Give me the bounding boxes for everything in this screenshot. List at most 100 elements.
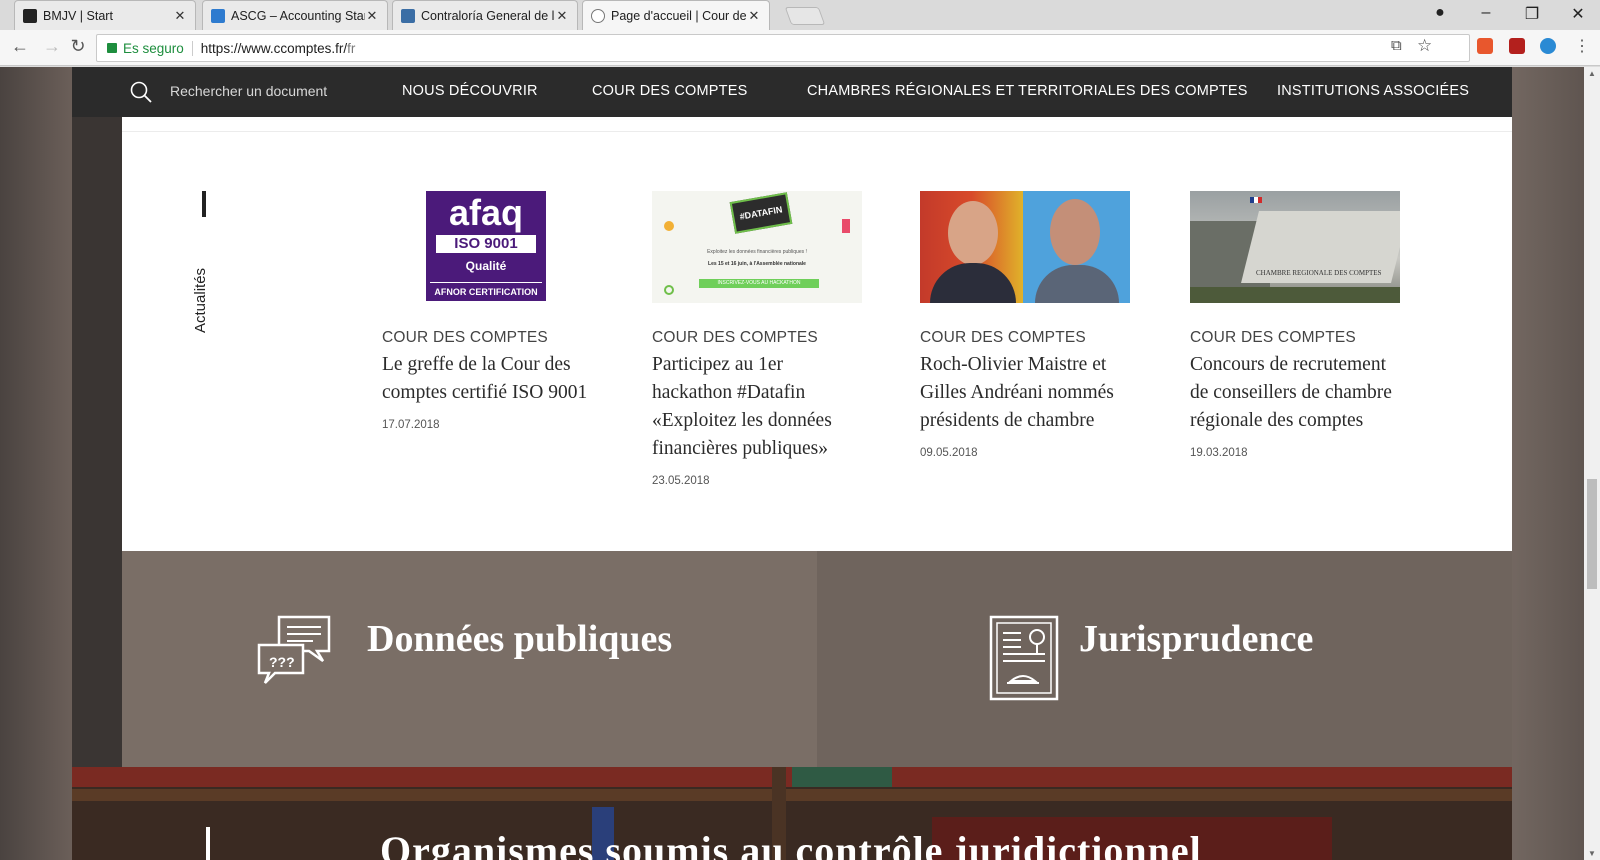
site-navbar: Rechercher un document NOUS DÉCOUVRIR CO…	[72, 67, 1512, 117]
address-bar[interactable]: Es seguro https://www.ccomptes.fr/fr ⧉ ☆	[96, 34, 1470, 62]
news-date: 17.07.2018	[382, 419, 440, 431]
hedge	[1190, 287, 1400, 303]
afnor-text: AFNOR CERTIFICATION	[430, 282, 542, 297]
chambre-regionale-photo: CHAMBRE REGIONALE DES COMPTES	[1190, 191, 1400, 303]
bmjv-favicon-icon	[23, 8, 37, 23]
contraloria-favicon-icon	[401, 8, 415, 23]
tab-title: Page d'accueil | Cour des	[611, 8, 747, 23]
scroll-up-icon[interactable]: ▲	[1588, 69, 1596, 78]
nav-cour-des-comptes[interactable]: COUR DES COMPTES	[592, 83, 747, 99]
news-date: 19.03.2018	[1190, 447, 1248, 459]
divider	[122, 131, 1512, 132]
bookmark-star-icon[interactable]: ☆	[1417, 36, 1432, 56]
window-close-icon[interactable]: ✕	[1563, 4, 1593, 24]
news-card[interactable]: COUR DES COMPTES Roch-Olivier Maistre et…	[920, 191, 1135, 459]
section-marker-bottom	[206, 827, 210, 860]
afaq-iso-logo: afaq ISO 9001 Qualité AFNOR CERTIFICATIO…	[382, 191, 592, 303]
flag-red	[1258, 197, 1262, 203]
new-tab-button[interactable]	[784, 7, 826, 25]
lock-icon	[107, 43, 117, 53]
news-title[interactable]: Le greffe de la Cour des comptes certifi…	[382, 351, 597, 407]
translate-icon[interactable]: ⧉	[1391, 37, 1402, 54]
news-category: COUR DES COMPTES	[1190, 329, 1356, 346]
datafin-banner: #DATAFIN Exploitez les données financièr…	[652, 191, 862, 303]
news-title[interactable]: Concours de recrutement de conseillers d…	[1190, 351, 1405, 435]
building-sign: CHAMBRE REGIONALE DES COMPTES	[1256, 269, 1382, 277]
datafin-cta: INSCRIVEZ-VOUS AU HACKATHON	[699, 279, 819, 288]
tab-contraloria[interactable]: Contraloría General de la ✕	[392, 0, 578, 30]
forward-icon[interactable]: →	[40, 36, 64, 57]
url-text: https://www.ccomptes.fr/fr	[201, 41, 356, 56]
close-icon[interactable]: ✕	[555, 8, 569, 24]
news-title[interactable]: Participez au 1er hackathon #Datafin «Ex…	[652, 351, 867, 463]
iso-text: ISO 9001	[436, 235, 536, 253]
news-category: COUR DES COMPTES	[382, 329, 548, 346]
search-icon[interactable]	[130, 81, 152, 103]
background-left	[0, 67, 72, 860]
news-card[interactable]: CHAMBRE REGIONALE DES COMPTES COUR DES C…	[1190, 191, 1405, 459]
browser-toolbar: ← → ↻ Es seguro https://www.ccomptes.fr/…	[0, 30, 1600, 66]
section-label: Actualités	[192, 267, 209, 333]
web-page: Rechercher un document NOUS DÉCOUVRIR CO…	[0, 67, 1584, 860]
minimize-icon[interactable]: –	[1471, 4, 1501, 22]
donnees-publiques-tile[interactable]: ??? Données publiques	[122, 551, 817, 767]
nav-institutions-associees[interactable]: INSTITUTIONS ASSOCIÉES	[1277, 83, 1469, 99]
face-left	[948, 201, 998, 265]
search-input[interactable]: Rechercher un document	[170, 83, 327, 99]
decor-dot	[664, 221, 674, 231]
url-main: https://www.ccomptes.fr/	[200, 40, 348, 56]
tab-title: ASCG – Accounting Stand	[231, 8, 365, 23]
document-seal-icon	[989, 615, 1059, 701]
menu-icon[interactable]: ⋮	[1570, 36, 1594, 56]
close-icon[interactable]: ✕	[747, 8, 761, 24]
datafin-badge: #DATAFIN	[729, 192, 793, 234]
secure-label: Es seguro	[123, 40, 193, 56]
profile-icon[interactable]: ●	[1425, 4, 1455, 22]
bottom-heading: Organismes soumis au contrôle juridictio…	[380, 828, 1202, 860]
datafin-line2: Les 15 et 16 juin, à l'Assemblée nationa…	[708, 261, 806, 267]
nav-nous-decouvrir[interactable]: NOUS DÉCOUVRIR	[402, 83, 538, 99]
jurisprudence-tile[interactable]: Jurisprudence	[817, 551, 1512, 767]
reload-icon[interactable]: ↻	[66, 36, 90, 57]
acrobat-extension-icon[interactable]	[1509, 38, 1525, 54]
ascg-favicon-icon	[211, 8, 225, 23]
green-books	[792, 767, 892, 787]
tab-title: BMJV | Start	[43, 8, 113, 23]
news-title[interactable]: Roch-Olivier Maistre et Gilles Andréani …	[920, 351, 1135, 435]
news-date: 09.05.2018	[920, 447, 978, 459]
section-marker	[202, 191, 206, 217]
qualite-text: Qualité	[465, 259, 507, 273]
tab-ccomptes[interactable]: Page d'accueil | Cour des ✕	[582, 0, 770, 30]
news-section: Actualités afaq ISO 9001 Qualité AFNOR C…	[122, 117, 1512, 551]
scrollbar-thumb[interactable]	[1587, 479, 1597, 589]
portraits-photo	[920, 191, 1130, 303]
tile-title: Données publiques	[367, 618, 673, 660]
news-category: COUR DES COMPTES	[920, 329, 1086, 346]
decor-ring	[664, 285, 674, 295]
datafin-line1: Exploitez les données financières publiq…	[707, 249, 807, 255]
scrollbar[interactable]: ▲ ▼	[1584, 67, 1600, 860]
face-right	[1050, 199, 1100, 265]
decor-bar	[842, 219, 850, 233]
office-extension-icon[interactable]	[1477, 38, 1493, 54]
back-icon[interactable]: ←	[8, 36, 32, 57]
news-card[interactable]: #DATAFIN Exploitez les données financièr…	[652, 191, 867, 487]
afaq-text: afaq	[448, 192, 524, 233]
news-date: 23.05.2018	[652, 475, 710, 487]
news-category: COUR DES COMPTES	[652, 329, 818, 346]
tab-ascg[interactable]: ASCG – Accounting Stand ✕	[202, 0, 388, 30]
nav-chambres-regionales[interactable]: CHAMBRES RÉGIONALES ET TERRITORIALES DES…	[807, 83, 1248, 99]
close-icon[interactable]: ✕	[173, 8, 187, 24]
restore-icon[interactable]: ❐	[1517, 4, 1547, 24]
url-path: fr	[347, 40, 356, 56]
ccomptes-favicon-icon	[591, 8, 605, 23]
news-card[interactable]: afaq ISO 9001 Qualité AFNOR CERTIFICATIO…	[382, 191, 597, 431]
extension-icon[interactable]	[1540, 38, 1556, 54]
tab-bmjv[interactable]: BMJV | Start ✕	[14, 0, 196, 30]
chat-bubbles-icon: ???	[257, 615, 331, 684]
scroll-down-icon[interactable]: ▼	[1588, 849, 1596, 858]
tab-strip: BMJV | Start ✕ ASCG – Accounting Stand ✕…	[0, 0, 1600, 30]
tile-title: Jurisprudence	[1079, 618, 1314, 660]
close-icon[interactable]: ✕	[365, 8, 379, 24]
shelf-board	[72, 789, 1512, 801]
